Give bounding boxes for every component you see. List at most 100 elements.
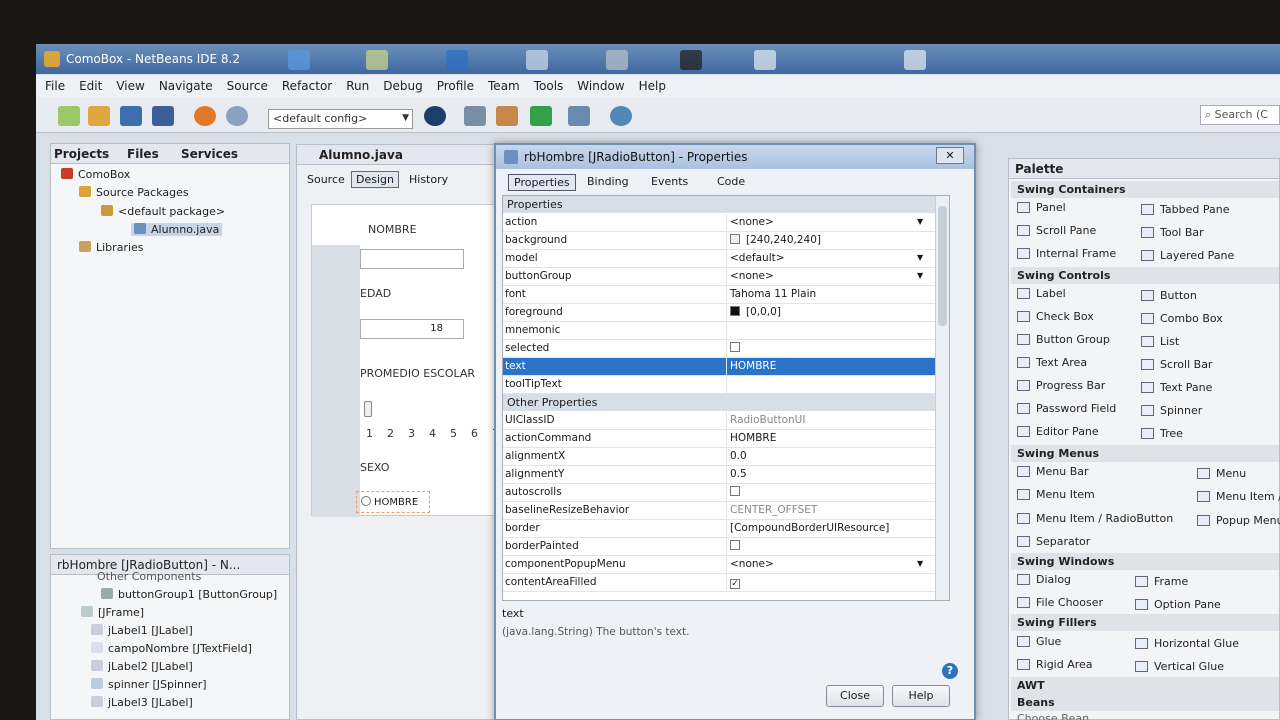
palette-item[interactable]: Combo Box: [1141, 312, 1223, 325]
label-promedio[interactable]: PROMEDIO ESCOLAR: [360, 367, 475, 380]
menu-navigate[interactable]: Navigate: [150, 75, 218, 93]
palette-item[interactable]: Dialog: [1017, 573, 1071, 586]
clean-build-icon[interactable]: [496, 106, 518, 126]
tab-properties[interactable]: Properties: [508, 174, 576, 191]
property-row[interactable]: baselineResizeBehavior CENTER_OFFSET: [503, 502, 949, 520]
property-value[interactable]: [CompoundBorderUIResource]: [726, 520, 931, 538]
taskbar-app-icon[interactable]: [446, 50, 468, 70]
tab-binding[interactable]: Binding: [582, 174, 634, 189]
palette-category[interactable]: Swing Controls: [1011, 267, 1279, 284]
property-row[interactable]: mnemonic: [503, 322, 949, 340]
property-value[interactable]: CENTER_OFFSET: [726, 502, 931, 520]
save-all-icon[interactable]: [152, 106, 174, 126]
palette-item[interactable]: Glue: [1017, 635, 1061, 648]
globe-icon[interactable]: [424, 106, 446, 126]
palette-item[interactable]: Separator: [1017, 535, 1090, 548]
debug-icon[interactable]: [568, 106, 590, 126]
checkbox-icon[interactable]: [730, 540, 740, 550]
close-icon[interactable]: ✕: [936, 147, 964, 164]
taskbar-app-icon[interactable]: [366, 50, 388, 70]
menu-edit[interactable]: Edit: [70, 75, 107, 93]
property-value[interactable]: <none>: [726, 214, 931, 232]
scrollbar-thumb[interactable]: [938, 206, 947, 326]
taskbar-app-icon[interactable]: [680, 50, 702, 70]
tab-files[interactable]: Files: [127, 147, 159, 161]
taskbar-app-icon[interactable]: [904, 50, 926, 70]
palette-item[interactable]: Horizontal Glue: [1135, 637, 1239, 650]
palette-item[interactable]: Progress Bar: [1017, 379, 1105, 392]
menu-source[interactable]: Source: [218, 75, 273, 93]
property-row[interactable]: buttonGroup <none> ▼: [503, 268, 949, 286]
palette-item[interactable]: Password Field: [1017, 402, 1116, 415]
property-value[interactable]: 0.0: [726, 448, 931, 466]
palette-item[interactable]: Label: [1017, 287, 1066, 300]
tree-item-project[interactable]: ComoBox: [61, 168, 130, 181]
palette-item[interactable]: Scroll Bar: [1141, 358, 1212, 371]
property-value[interactable]: HOMBRE: [726, 430, 931, 448]
palette-item[interactable]: Tree: [1141, 427, 1183, 440]
property-row[interactable]: alignmentY 0.5: [503, 466, 949, 484]
property-row[interactable]: model <default> ▼: [503, 250, 949, 268]
property-value[interactable]: [0,0,0]: [726, 304, 931, 322]
palette-item[interactable]: Text Area: [1017, 356, 1087, 369]
tree-item-source-packages[interactable]: Source Packages: [79, 186, 189, 199]
tab-alumno-java[interactable]: Alumno.java: [319, 148, 403, 162]
new-project-icon[interactable]: [88, 106, 110, 126]
property-value[interactable]: [726, 322, 931, 340]
property-row[interactable]: background [240,240,240]: [503, 232, 949, 250]
palette-category[interactable]: Swing Containers: [1011, 181, 1279, 198]
menu-profile[interactable]: Profile: [428, 75, 479, 93]
nav-item[interactable]: Other Components: [97, 570, 201, 583]
taskbar-app-icon[interactable]: [288, 50, 310, 70]
nav-item[interactable]: buttonGroup1 [ButtonGroup]: [101, 588, 277, 601]
palette-item[interactable]: Layered Pane: [1141, 249, 1234, 262]
undo-icon[interactable]: [194, 106, 216, 126]
menu-tools[interactable]: Tools: [525, 75, 569, 93]
property-row[interactable]: foreground [0,0,0]: [503, 304, 949, 322]
menu-run[interactable]: Run: [337, 75, 374, 93]
property-value[interactable]: [726, 538, 931, 556]
campo-nombre-field[interactable]: [360, 249, 464, 269]
property-row[interactable]: font Tahoma 11 Plain: [503, 286, 949, 304]
property-row[interactable]: actionCommand HOMBRE: [503, 430, 949, 448]
palette-item[interactable]: Check Box: [1017, 310, 1094, 323]
palette-item[interactable]: Panel: [1017, 201, 1066, 214]
palette-item[interactable]: Tabbed Pane: [1141, 203, 1229, 216]
nav-item[interactable]: jLabel2 [JLabel]: [91, 660, 193, 673]
palette-category[interactable]: Swing Fillers: [1011, 614, 1279, 631]
property-value[interactable]: 0.5: [726, 466, 931, 484]
palette-item[interactable]: Menu Item / RadioButton: [1017, 512, 1173, 525]
property-row[interactable]: selected: [503, 340, 949, 358]
nav-item[interactable]: campoNombre [JTextField]: [91, 642, 252, 655]
palette-item[interactable]: List: [1141, 335, 1179, 348]
chevron-down-icon[interactable]: ▼: [917, 271, 923, 280]
property-value[interactable]: [726, 484, 931, 502]
palette-item[interactable]: Internal Frame: [1017, 247, 1116, 260]
run-icon[interactable]: [530, 106, 552, 126]
view-history-button[interactable]: History: [409, 173, 448, 186]
help-button[interactable]: Help: [892, 685, 950, 707]
taskbar-app-icon[interactable]: [526, 50, 548, 70]
palette-category[interactable]: Swing Windows: [1011, 553, 1279, 570]
view-source-button[interactable]: Source: [307, 173, 345, 186]
rb-hombre-radio[interactable]: HOMBRE: [356, 491, 430, 513]
property-value[interactable]: [726, 376, 931, 394]
config-select[interactable]: <default config> ▼: [268, 109, 413, 129]
property-value[interactable]: RadioButtonUI: [726, 412, 931, 430]
property-row[interactable]: contentAreaFilled ✓: [503, 574, 949, 592]
property-value[interactable]: ✓: [726, 574, 931, 592]
palette-item[interactable]: Menu Item /: [1197, 490, 1280, 503]
property-scrollbar[interactable]: [935, 196, 949, 600]
label-nombre[interactable]: NOMBRE: [368, 223, 417, 236]
palette-category[interactable]: Beans: [1011, 694, 1279, 711]
property-value[interactable]: Tahoma 11 Plain: [726, 286, 931, 304]
palette-item[interactable]: Menu Item: [1017, 488, 1095, 501]
property-row[interactable]: border [CompoundBorderUIResource]: [503, 520, 949, 538]
property-value[interactable]: <none>: [726, 556, 931, 574]
property-value[interactable]: <none>: [726, 268, 931, 286]
label-sexo[interactable]: SEXO: [360, 461, 389, 474]
property-section-header[interactable]: Properties: [503, 196, 949, 213]
view-design-button[interactable]: Design: [351, 171, 399, 188]
property-row[interactable]: action <none> ▼: [503, 214, 949, 232]
palette-item[interactable]: Editor Pane: [1017, 425, 1099, 438]
